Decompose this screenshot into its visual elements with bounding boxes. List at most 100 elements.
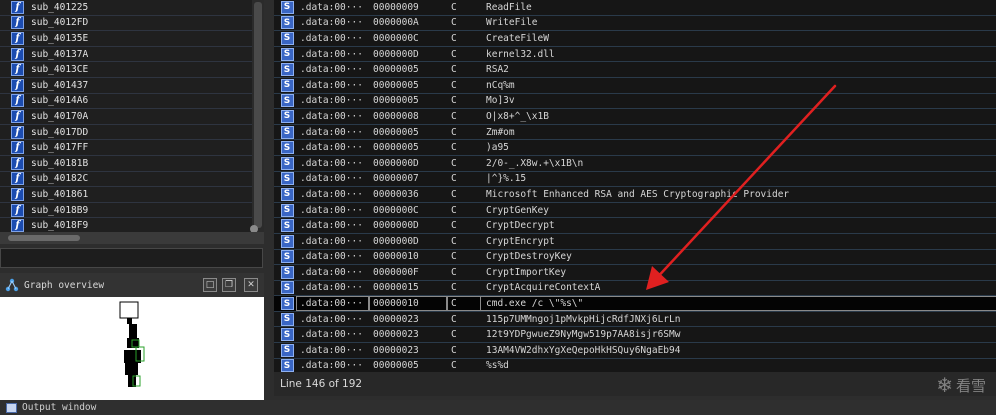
function-name: sub_40181B xyxy=(31,157,89,169)
string-type: C xyxy=(451,235,457,247)
function-row[interactable]: f sub_4018F9 xyxy=(0,218,252,232)
string-icon-cell: S xyxy=(280,312,294,327)
string-row[interactable]: S .data:00··· 0000000C C CreateFileW xyxy=(274,31,996,47)
string-type: C xyxy=(451,266,457,278)
string-length: 00000005 xyxy=(373,64,419,76)
minimize-button[interactable]: □ xyxy=(203,278,217,292)
function-icon: f xyxy=(11,172,24,186)
string-address: .data:00··· xyxy=(300,95,363,107)
function-row[interactable]: f sub_4017DD xyxy=(0,125,252,141)
string-row[interactable]: S .data:00··· 0000000C C CryptGenKey xyxy=(274,203,996,219)
string-address: .data:00··· xyxy=(300,220,363,232)
string-row[interactable]: S .data:00··· 00000008 C O|x8+^_\x1B xyxy=(274,109,996,125)
scroll-corner-dot xyxy=(250,225,258,232)
string-row[interactable]: S .data:00··· 00000010 C CryptDestroyKey xyxy=(274,250,996,266)
string-type: C xyxy=(451,329,457,341)
function-name: sub_401861 xyxy=(31,188,89,200)
graph-viewport-box xyxy=(119,301,139,319)
string-row[interactable]: S .data:00··· 00000023 C 12t9YDPgwueZ9NyMgw5… xyxy=(274,327,996,344)
string-row[interactable]: S .data:00··· 00000005 C %s%d xyxy=(274,359,996,372)
function-icon: f xyxy=(11,219,24,232)
string-icon: S xyxy=(280,187,294,201)
function-row[interactable]: f sub_4017FF xyxy=(0,140,252,156)
string-length: 0000000D xyxy=(373,235,419,247)
string-address: .data:00··· xyxy=(296,296,369,311)
functions-vertical-scrollbar[interactable] xyxy=(252,0,264,232)
strings-window: S .data:00··· 00000009 C ReadFile S .data:00··… xyxy=(274,0,996,372)
string-row[interactable]: S .data:00··· 00000005 C)a95 xyxy=(274,140,996,156)
string-type: C xyxy=(451,48,457,60)
string-icon: S xyxy=(280,219,294,233)
function-row[interactable]: f sub_40181B xyxy=(0,156,252,172)
function-row[interactable]: f sub_4014A6 xyxy=(0,94,252,110)
string-value: CryptDecrypt xyxy=(486,220,555,232)
functions-horizontal-scrollbar[interactable] xyxy=(0,232,264,244)
function-row[interactable]: f sub_4012FD xyxy=(0,16,252,32)
string-value: CreateFileW xyxy=(486,32,549,44)
output-window-title: Output window xyxy=(22,402,97,413)
function-name: sub_4017DD xyxy=(31,126,89,138)
functions-horizontal-scroll-thumb[interactable] xyxy=(8,235,80,241)
function-name: sub_401437 xyxy=(31,79,89,91)
string-type: C xyxy=(451,126,457,138)
string-type: C xyxy=(451,220,457,232)
string-type: C xyxy=(451,173,457,185)
string-row[interactable]: S .data:00··· 00000023 C 13AM4VW2dhxYgXeQepo… xyxy=(274,343,996,359)
status-bar: Line 146 of 192 xyxy=(274,372,996,396)
function-row[interactable]: f sub_40182C xyxy=(0,172,252,188)
string-row[interactable]: S .data:00··· 0000000A C WriteFile xyxy=(274,16,996,32)
output-window-tab[interactable]: Output window xyxy=(0,400,996,415)
string-icon-cell: S xyxy=(280,109,294,124)
string-address: .data:00··· xyxy=(300,64,363,76)
string-length: 00000015 xyxy=(373,282,419,294)
string-row[interactable]: S .data:00··· 00000005 CnCq%m xyxy=(274,78,996,94)
string-row[interactable]: S .data:00··· 00000009 C ReadFile xyxy=(274,0,996,16)
string-icon-cell: S xyxy=(280,16,294,31)
function-icon: f xyxy=(11,187,24,201)
string-icon-cell: S xyxy=(280,234,294,249)
string-type: C xyxy=(451,142,457,154)
function-icon: f xyxy=(11,47,24,61)
close-button[interactable]: ✕ xyxy=(244,278,258,292)
function-icon: f xyxy=(11,31,24,45)
string-row[interactable]: S .data:00··· 00000010 Ccmd.exe /c \"%s\" xyxy=(274,296,996,312)
string-row[interactable]: S .data:00··· 00000015 C CryptAcquireContext… xyxy=(274,281,996,297)
string-type: C xyxy=(451,282,457,294)
string-row[interactable]: S .data:00··· 00000007 C |^}%.15 xyxy=(274,172,996,188)
string-row[interactable]: S .data:00··· 00000005 C Zm#om xyxy=(274,125,996,141)
functions-vertical-scroll-thumb[interactable] xyxy=(254,2,262,228)
functions-filter-input[interactable] xyxy=(0,248,263,268)
string-row[interactable]: S .data:00··· 00000005 C RSA2 xyxy=(274,62,996,78)
string-row[interactable]: S .data:00··· 0000000D C 2/0-_.X8w.+\x1B\n xyxy=(274,156,996,172)
string-row[interactable]: S .data:00··· 00000005 C Mo]3v xyxy=(274,94,996,110)
string-icon: S xyxy=(280,312,294,326)
string-type: C xyxy=(447,296,481,311)
function-row[interactable]: f sub_4013CE xyxy=(0,62,252,78)
string-row[interactable]: S .data:00··· 0000000D Ckernel32.dll xyxy=(274,47,996,63)
string-length: 00000023 xyxy=(373,344,419,356)
string-row[interactable]: S .data:00··· 0000000F C CryptImportKey xyxy=(274,265,996,281)
graph-overview-canvas[interactable] xyxy=(0,297,264,400)
string-icon-cell: S xyxy=(280,250,294,265)
string-row[interactable]: S .data:00··· 00000036 C Microsoft Enhanced … xyxy=(274,187,996,203)
restore-button[interactable]: ❐ xyxy=(222,278,236,292)
function-row[interactable]: f sub_40135E xyxy=(0,31,252,47)
string-length: 0000000A xyxy=(373,17,419,29)
function-row[interactable]: f sub_40137A xyxy=(0,47,252,63)
function-row[interactable]: f sub_401861 xyxy=(0,187,252,203)
string-address: .data:00··· xyxy=(300,282,363,294)
string-icon-cell: S xyxy=(280,156,294,171)
string-icon-cell: S xyxy=(280,0,294,15)
string-address: .data:00··· xyxy=(300,329,363,341)
string-row[interactable]: S .data:00··· 00000023 C 115p7UMMngoj1pMvkpH… xyxy=(274,312,996,328)
string-row[interactable]: S .data:00··· 0000000D C CryptEncrypt xyxy=(274,234,996,250)
string-row[interactable]: S .data:00··· 0000000D C CryptDecrypt xyxy=(274,218,996,234)
string-address: .data:00··· xyxy=(300,188,363,200)
function-row[interactable]: f sub_401225 xyxy=(0,0,252,16)
function-row[interactable]: f sub_4018B9 xyxy=(0,203,252,219)
function-row[interactable]: f sub_401437 xyxy=(0,78,252,94)
function-name: sub_40182C xyxy=(31,173,89,185)
function-row[interactable]: f sub_40170A xyxy=(0,109,252,125)
string-length: 00000005 xyxy=(373,79,419,91)
string-type: C xyxy=(451,1,457,13)
